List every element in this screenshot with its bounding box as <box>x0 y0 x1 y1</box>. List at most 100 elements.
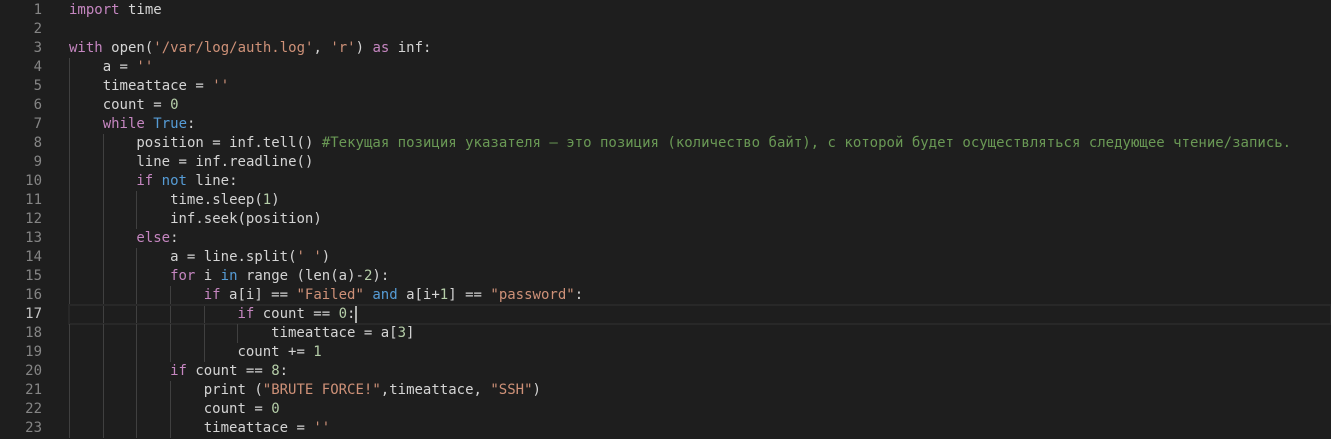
text-token: ,timeattace, <box>380 382 491 398</box>
line-content[interactable]: timeattace = '' <box>69 419 1331 438</box>
string-token: "BRUTE FORCE!" <box>262 382 381 398</box>
line-number: 15 <box>25 268 42 284</box>
line-number: 7 <box>33 116 42 132</box>
code-line[interactable]: 23 timeattace = '' <box>0 419 1331 438</box>
line-number: 21 <box>25 382 42 398</box>
code-line[interactable]: 6 count = 0 <box>0 96 1331 115</box>
line-content[interactable]: line = inf.readline() <box>69 153 1331 172</box>
code-line[interactable]: 20 if count == 8: <box>0 362 1331 381</box>
indent-guide <box>102 191 137 210</box>
string-token: '' <box>212 78 230 94</box>
line-number: 19 <box>25 344 42 360</box>
line-content[interactable]: if not line: <box>69 172 1331 191</box>
text-token: time.sleep( <box>170 192 263 208</box>
indent-guide <box>136 286 170 305</box>
code-line[interactable]: 19 count += 1 <box>0 343 1331 362</box>
line-content[interactable]: if a[i] == "Failed" and a[i+1] == "passw… <box>69 286 1331 305</box>
code-line[interactable]: 22 count = 0 <box>0 400 1331 419</box>
indent-guide <box>69 191 103 210</box>
line-content[interactable]: a = '' <box>69 58 1331 77</box>
number-token: 1 <box>313 344 322 360</box>
line-number: 11 <box>25 192 42 208</box>
string-token: "Failed" <box>296 287 364 303</box>
text-token: open( <box>102 40 154 56</box>
keyword-token: for <box>170 268 196 284</box>
indent-guide <box>203 343 238 362</box>
text-token: a[i] == <box>220 287 297 303</box>
code-line[interactable]: 8 position = inf.tell() #Текущая позиция … <box>0 134 1331 153</box>
code-editor[interactable]: 1 import time 2 3 with open('/var/log/auth.l… <box>0 1 1331 438</box>
string-token: ' ' <box>296 249 322 265</box>
line-content[interactable]: import time <box>69 1 1331 20</box>
indent-guide <box>170 419 204 438</box>
line-content[interactable]: if count == 8: <box>69 362 1331 381</box>
line-content[interactable]: count = 0 <box>69 400 1331 419</box>
text-token: ) <box>532 382 541 398</box>
text-token: a = <box>102 59 137 75</box>
line-content[interactable]: position = inf.tell() #Текущая позиция у… <box>69 134 1331 153</box>
line-content[interactable]: while True: <box>69 115 1331 134</box>
indent-guide <box>69 115 103 134</box>
indent-guide <box>102 286 137 305</box>
line-content[interactable]: print ("BRUTE FORCE!",timeattace, "SSH") <box>69 381 1331 400</box>
code-line[interactable]: 16 if a[i] == "Failed" and a[i+1] == "pas… <box>0 286 1331 305</box>
indent-guide <box>102 134 137 153</box>
code-line[interactable]: 15 for i in range (len(a)-2): <box>0 267 1331 286</box>
text-token: ) <box>321 249 331 265</box>
text-token: a[i+ <box>397 287 440 303</box>
code-line[interactable]: 18 timeattace = a[3] <box>0 324 1331 343</box>
indent-guide <box>136 210 170 229</box>
indent-guide <box>136 381 170 400</box>
text-token: print ( <box>203 382 263 398</box>
text-token: inf.seek(position) <box>170 211 322 227</box>
line-content[interactable]: timeattace = '' <box>69 77 1331 96</box>
code-line[interactable]: 4 a = '' <box>0 58 1331 77</box>
text-token: inf: <box>389 40 432 56</box>
code-line[interactable]: 7 while True: <box>0 115 1331 134</box>
line-number: 16 <box>25 287 42 303</box>
code-line[interactable]: 2 <box>0 20 1331 39</box>
text-token: timeattace = <box>102 78 213 94</box>
keyword-token: as <box>372 40 390 56</box>
line-content[interactable]: time.sleep(1) <box>69 191 1331 210</box>
text-token: ] == <box>448 287 491 303</box>
indent-guide <box>69 134 103 153</box>
line-content[interactable]: count += 1 <box>69 343 1331 362</box>
string-token: '' <box>136 59 154 75</box>
keyword-token: if <box>136 173 154 189</box>
line-content[interactable]: with open('/var/log/auth.log', 'r') as i… <box>69 39 1331 58</box>
keyword-token: if <box>237 306 255 322</box>
indent-guide <box>69 210 103 229</box>
line-content[interactable]: inf.seek(position) <box>69 210 1331 229</box>
code-line[interactable]: 10 if not line: <box>0 172 1331 191</box>
indent-guide <box>69 419 103 438</box>
code-line[interactable]: 14 a = line.split(' ') <box>0 248 1331 267</box>
indent-guide <box>170 400 204 419</box>
indent-guide <box>136 267 170 286</box>
line-content[interactable]: if count == 0: <box>68 304 1331 325</box>
text-token: ] <box>406 325 415 341</box>
code-line[interactable]: 17 if count == 0: <box>0 304 1331 325</box>
line-content[interactable]: count = 0 <box>69 96 1331 115</box>
line-content[interactable]: a = line.split(' ') <box>69 248 1331 267</box>
code-line[interactable]: 13 else: <box>0 229 1331 248</box>
indent-guide <box>69 267 103 286</box>
indent-guide <box>69 362 103 381</box>
code-line[interactable]: 21 print ("BRUTE FORCE!",timeattace, "SSH… <box>0 381 1331 400</box>
code-line[interactable]: 12 inf.seek(position) <box>0 210 1331 229</box>
line-content[interactable]: else: <box>69 229 1331 248</box>
line-content[interactable] <box>69 20 1331 39</box>
text-token: a = line.split( <box>170 249 297 265</box>
text-token: : <box>279 363 289 379</box>
line-content[interactable]: for i in range (len(a)-2): <box>69 267 1331 286</box>
string-token: '/var/log/auth.log' <box>153 40 314 56</box>
indent-guide <box>69 305 103 324</box>
code-line[interactable]: 9 line = inf.readline() <box>0 153 1331 172</box>
text-token: i <box>195 268 221 284</box>
line-content[interactable]: timeattace = a[3] <box>69 324 1331 343</box>
code-line[interactable]: 1 import time <box>0 1 1331 20</box>
code-line[interactable]: 3 with open('/var/log/auth.log', 'r') as … <box>0 39 1331 58</box>
code-line[interactable]: 5 timeattace = '' <box>0 77 1331 96</box>
keyword-token: else <box>136 230 171 246</box>
code-line[interactable]: 11 time.sleep(1) <box>0 191 1331 210</box>
